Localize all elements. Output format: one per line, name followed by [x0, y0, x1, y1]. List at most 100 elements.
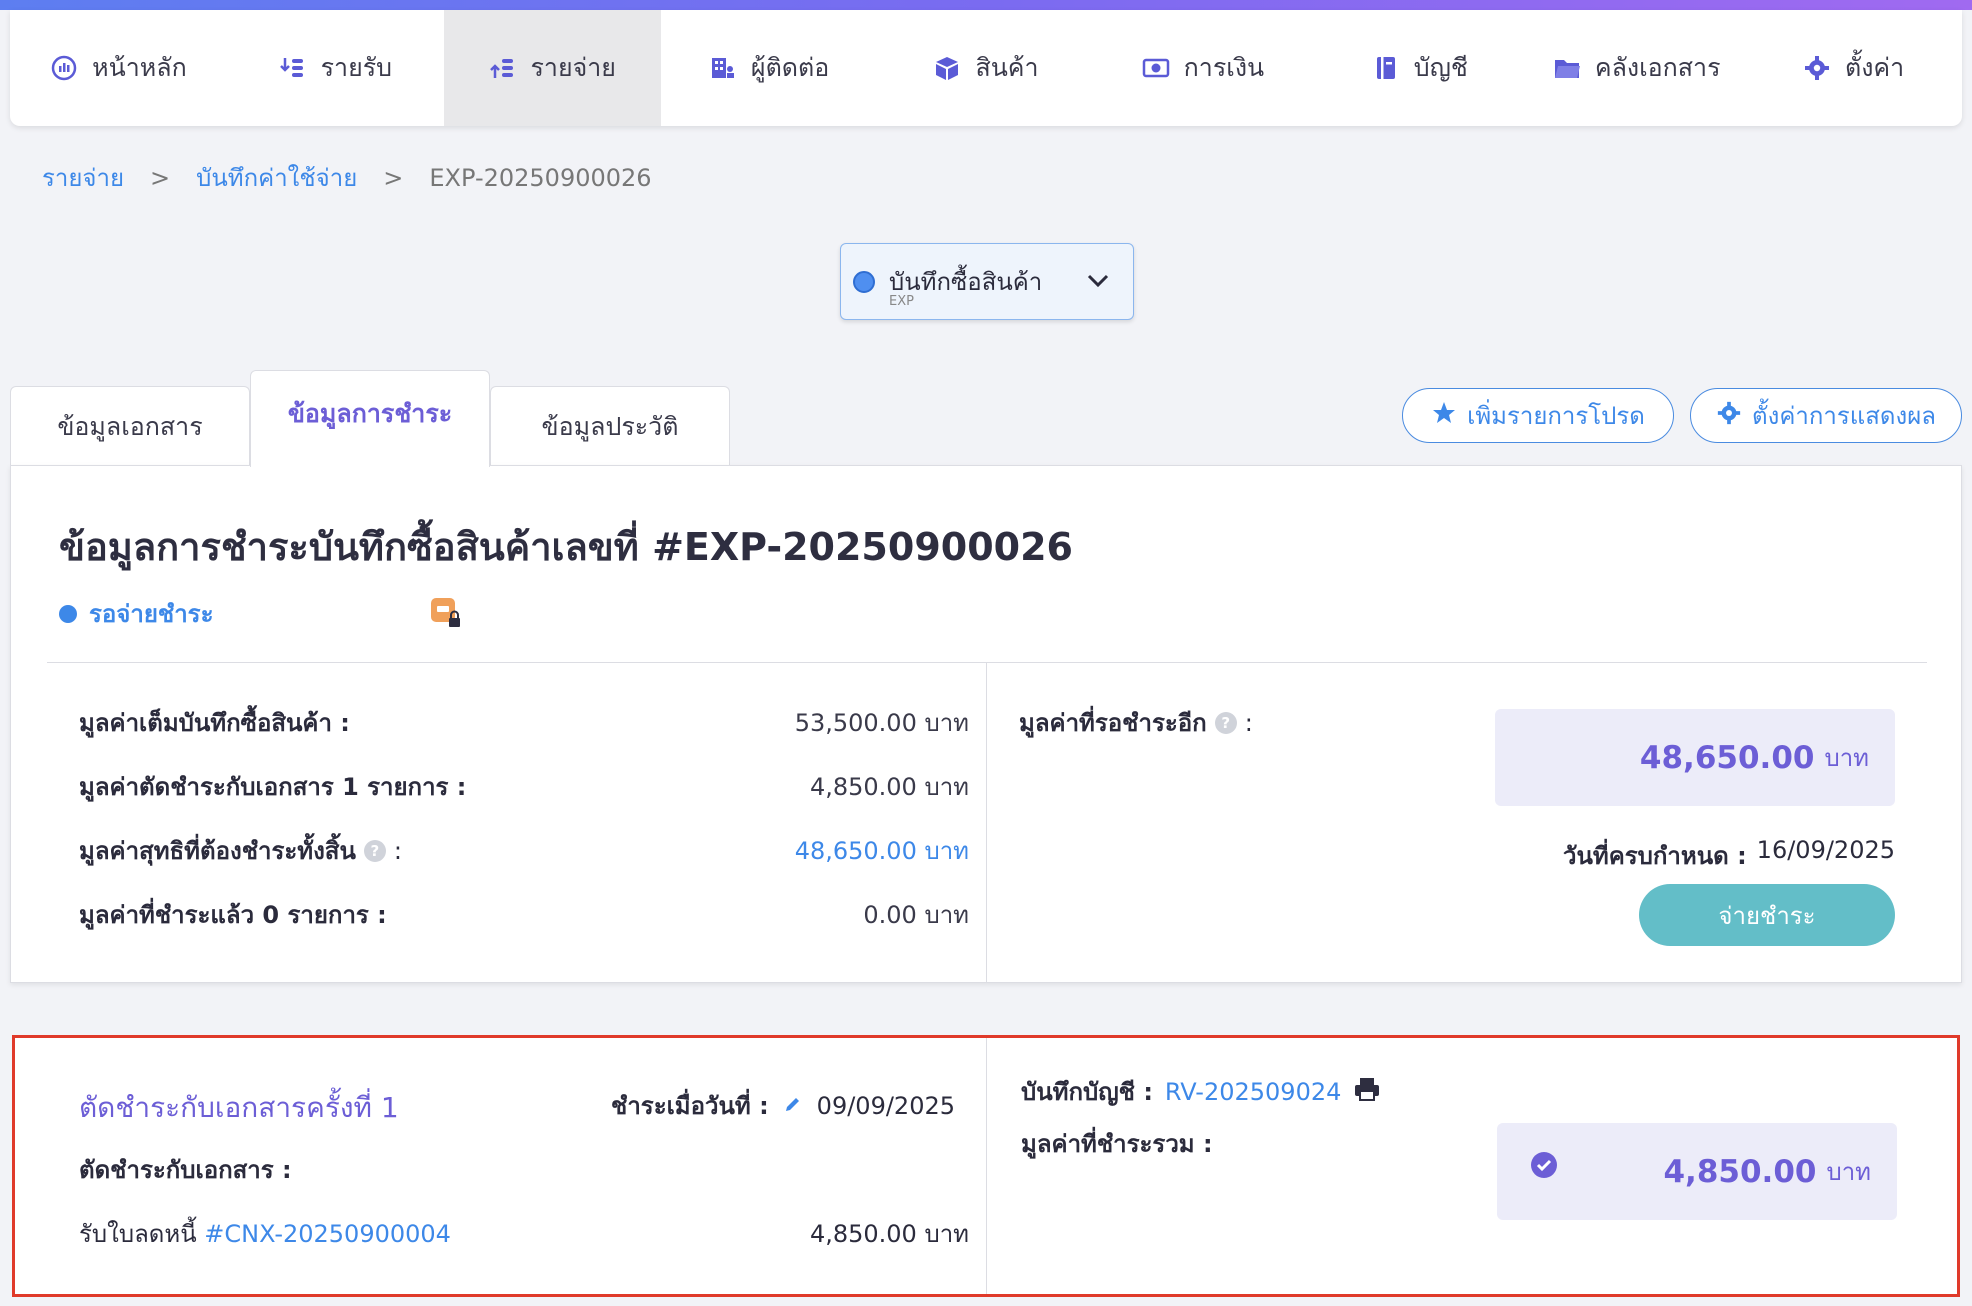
tab-label: ข้อมูลเอกสาร — [57, 411, 203, 441]
nav-item-label: สินค้า — [975, 53, 1039, 82]
summary-row: มูลค่าที่ชำระแล้ว 0 รายการ : 0.00 บาท — [79, 895, 969, 934]
nav-item-label: บัญชี — [1413, 53, 1468, 82]
gear-icon — [1716, 400, 1742, 432]
nav-item-expense[interactable]: รายจ่าย — [443, 10, 661, 126]
star-icon — [1431, 400, 1457, 432]
breadcrumb-separator: > — [150, 163, 171, 192]
help-icon[interactable]: ? — [1214, 711, 1237, 734]
nav-item-label: การเงิน — [1183, 53, 1265, 82]
summary-label: มูลค่าที่ชำระแล้ว 0 รายการ : — [79, 901, 387, 929]
add-favorite-button[interactable]: เพิ่มรายการโปรด — [1402, 388, 1674, 443]
remaining-label: มูลค่าที่รอชำระอีก — [1019, 709, 1207, 737]
add-favorite-label: เพิ่มรายการโปรด — [1467, 402, 1645, 430]
display-settings-button[interactable]: ตั้งค่าการแสดงผล — [1690, 388, 1962, 443]
summary-value: 48,650.00 บาท — [794, 837, 969, 865]
summary-value: 0.00 บาท — [863, 901, 969, 929]
status-badge: รอจ่ายชำระ — [59, 594, 213, 633]
total-paid-amount: 4,850.00 — [1663, 1153, 1817, 1190]
contacts-icon — [709, 54, 737, 82]
check-circle-icon — [1531, 1152, 1557, 1178]
status-label: รอจ่ายชำระ — [89, 600, 214, 628]
income-icon — [279, 54, 307, 82]
divider — [47, 662, 1927, 663]
summary-row: มูลค่าตัดชำระกับเอกสาร 1 รายการ : 4,850.… — [79, 767, 969, 806]
box-icon — [933, 54, 961, 82]
due-date: วันที่ครบกำหนด : 16/09/2025 — [1563, 836, 1895, 875]
nav-item-contacts[interactable]: ผู้ติดต่อ — [661, 10, 878, 126]
gear-icon — [1803, 54, 1831, 82]
nav-item-label: ผู้ติดต่อ — [750, 53, 830, 82]
page-title: ข้อมูลการชำระบันทึกซื้อสินค้าเลขที่ #EXP… — [59, 525, 1073, 569]
nav-item-label: ตั้งค่า — [1844, 53, 1905, 82]
print-icon[interactable] — [1353, 1076, 1381, 1108]
settlement-title: ตัดชำระกับเอกสารครั้งที่ 1 — [79, 1091, 399, 1124]
locked-document-icon[interactable] — [429, 596, 463, 634]
display-settings-label: ตั้งค่าการแสดงผล — [1752, 402, 1936, 430]
settled-doc-row: รับใบลดหนี้ #CNX-20250900004 4,850.00 บา… — [79, 1214, 969, 1253]
top-accent-bar — [0, 0, 1972, 10]
due-date-label: วันที่ครบกำหนด : — [1563, 842, 1747, 870]
summary-label-suffix: : — [393, 836, 402, 865]
nav-item-products[interactable]: สินค้า — [878, 10, 1095, 126]
nav-item-documents[interactable]: คลังเอกสาร — [1528, 10, 1745, 126]
pay-button[interactable]: จ่ายชำระ — [1639, 884, 1895, 946]
help-icon[interactable]: ? — [363, 839, 386, 862]
paid-on-date: ชำระเมื่อวันที่ : 09/09/2025 — [611, 1086, 955, 1125]
summary-row: มูลค่าสุทธิที่ต้องชำระทั้งสิ้น ? : 48,65… — [79, 831, 969, 870]
summary-label-group: มูลค่าสุทธิที่ต้องชำระทั้งสิ้น ? : — [79, 831, 402, 870]
account-record: บันทึกบัญชี : RV-202509024 — [1021, 1072, 1381, 1111]
settlement-card: ตัดชำระกับเอกสารครั้งที่ 1 ชำระเมื่อวันท… — [12, 1035, 1960, 1297]
document-type-code: EXP — [889, 294, 914, 309]
due-date-value: 16/09/2025 — [1756, 836, 1895, 864]
paid-on-value: 09/09/2025 — [816, 1091, 955, 1120]
main-nav: หน้าหลัก รายรับ รายจ่าย ผู้ติดต่อ สินค้า… — [10, 10, 1962, 126]
nav-item-income[interactable]: รายรับ — [227, 10, 444, 126]
remaining-label-suffix: : — [1244, 708, 1253, 737]
total-paid-label: มูลค่าที่ชำระรวม : — [1021, 1130, 1213, 1158]
chevron-down-icon — [1085, 268, 1111, 298]
nav-item-home[interactable]: หน้าหลัก — [10, 10, 227, 126]
summary-row: มูลค่าเต็มบันทึกซื้อสินค้า : 53,500.00 บ… — [79, 703, 969, 742]
remaining-amount-box: 48,650.00 บาท — [1495, 709, 1895, 806]
credit-note-link[interactable]: #CNX-20250900004 — [204, 1220, 451, 1248]
breadcrumb-expense-records[interactable]: บันทึกค่าใช้จ่าย — [196, 158, 357, 197]
tab-payment-info[interactable]: ข้อมูลการชำระ — [250, 370, 490, 467]
tab-history-info[interactable]: ข้อมูลประวัติ — [490, 386, 730, 466]
dashboard-icon — [50, 54, 78, 82]
settled-docs-label: ตัดชำระกับเอกสาร : — [79, 1156, 292, 1184]
breadcrumb-expense[interactable]: รายจ่าย — [42, 158, 124, 197]
settled-doc-amount: 4,850.00 บาท — [809, 1220, 969, 1248]
nav-item-label: หน้าหลัก — [92, 53, 187, 82]
edit-icon[interactable] — [783, 1092, 803, 1120]
nav-item-finance[interactable]: การเงิน — [1094, 10, 1311, 126]
breadcrumb: รายจ่าย > บันทึกค่าใช้จ่าย > EXP-2025090… — [42, 158, 652, 197]
nav-item-label: รายจ่าย — [530, 53, 616, 82]
total-paid-box: 4,850.00 บาท — [1497, 1123, 1897, 1220]
payment-info-card: ข้อมูลการชำระบันทึกซื้อสินค้าเลขที่ #EXP… — [10, 465, 1962, 983]
divider — [986, 663, 987, 983]
tab-label: ข้อมูลประวัติ — [541, 411, 679, 441]
remaining-label-group: มูลค่าที่รอชำระอีก ? : — [1019, 703, 1253, 742]
nav-item-accounting[interactable]: บัญชี — [1311, 10, 1528, 126]
account-record-link[interactable]: RV-202509024 — [1165, 1078, 1341, 1106]
summary-label: มูลค่าตัดชำระกับเอกสาร 1 รายการ : — [79, 773, 467, 801]
remaining-amount: 48,650.00 — [1639, 739, 1815, 776]
document-type-dot — [853, 271, 875, 293]
breadcrumb-separator: > — [383, 163, 404, 192]
breadcrumb-current: EXP-20250900026 — [429, 163, 652, 192]
money-icon — [1142, 54, 1170, 82]
settled-doc-prefix: รับใบลดหนี้ — [79, 1220, 197, 1248]
tab-label: ข้อมูลการชำระ — [287, 399, 453, 428]
paid-on-label: ชำระเมื่อวันที่ : — [611, 1092, 769, 1120]
currency-unit: บาท — [1826, 1158, 1871, 1186]
book-icon — [1372, 54, 1400, 82]
account-record-label: บันทึกบัญชี : — [1021, 1078, 1153, 1106]
tab-document-info[interactable]: ข้อมูลเอกสาร — [10, 386, 250, 466]
document-type-dropdown[interactable]: บันทึกซื้อสินค้า EXP — [840, 243, 1134, 320]
settled-doc: รับใบลดหนี้ #CNX-20250900004 — [79, 1214, 451, 1253]
expense-icon — [489, 54, 517, 82]
summary-label: มูลค่าสุทธิที่ต้องชำระทั้งสิ้น — [79, 837, 356, 865]
currency-unit: บาท — [1824, 744, 1869, 772]
nav-item-settings[interactable]: ตั้งค่า — [1745, 10, 1962, 126]
divider — [986, 1038, 987, 1294]
